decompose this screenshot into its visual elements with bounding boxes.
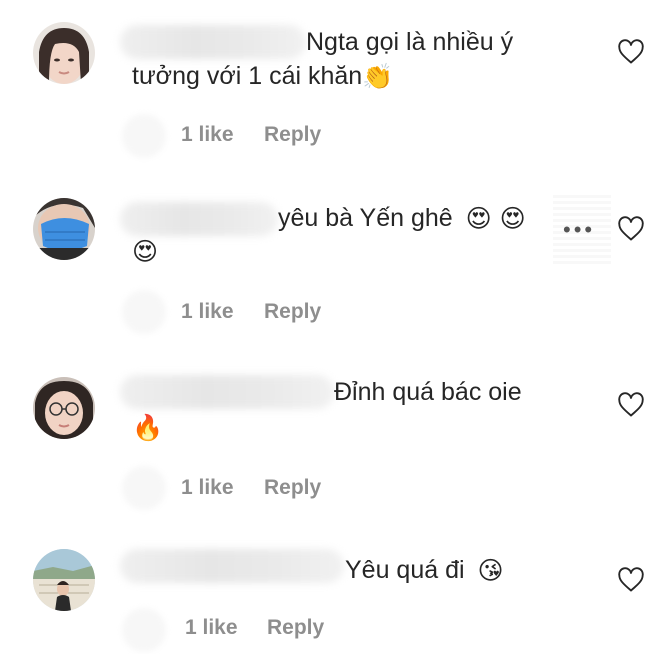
- heart-outline-icon[interactable]: [617, 567, 645, 593]
- comment-line-1: Ngta gọi là nhiều ý: [306, 28, 514, 56]
- comment-text-line-2: tưởng với 1 cái khăn👏: [132, 61, 393, 92]
- comment-line-1: Yêu quá đi: [345, 556, 465, 584]
- comment-text-line-2: 🔥: [132, 412, 163, 443]
- comment-item: yêu bà Yến ghê 😍 😍 😍 ••• 1 like Reply: [0, 170, 667, 350]
- faint-placeholder: [122, 466, 166, 510]
- comment-item: Đỉnh quá bác oie 🔥 1 like Reply: [0, 350, 667, 520]
- avatar[interactable]: [33, 549, 95, 611]
- comment-item: Ngta gọi là nhiều ý tưởng với 1 cái khăn…: [0, 0, 667, 170]
- heart-outline-icon[interactable]: [617, 39, 645, 65]
- heart-eyes-emoji: 😍: [132, 237, 159, 267]
- comment-text: yêu bà Yến ghê 😍 😍: [278, 203, 526, 234]
- avatar[interactable]: [33, 198, 95, 260]
- reply-button[interactable]: Reply: [267, 616, 324, 640]
- reply-button[interactable]: Reply: [264, 123, 321, 147]
- comment-text-line-2: 😍: [132, 236, 158, 267]
- faint-placeholder: [122, 608, 166, 652]
- heart-outline-icon[interactable]: [617, 216, 645, 242]
- blurred-username[interactable]: [120, 549, 344, 583]
- fire-emoji: 🔥: [132, 413, 164, 443]
- comment-line-1: Đỉnh quá bác oie: [334, 378, 522, 406]
- heart-eyes-emoji: 😍 😍: [465, 204, 526, 234]
- reply-button[interactable]: Reply: [264, 476, 321, 500]
- faint-placeholder: [122, 290, 166, 334]
- avatar[interactable]: [33, 377, 95, 439]
- blurred-username[interactable]: [120, 25, 306, 59]
- comment-text: Yêu quá đi 😘: [345, 555, 504, 586]
- like-count[interactable]: 1 like: [181, 476, 234, 500]
- comment-item: Yêu quá đi 😘 1 like Reply: [0, 520, 667, 654]
- blurred-username[interactable]: [120, 375, 334, 409]
- clap-emoji: 👏: [362, 62, 394, 92]
- comment-text: Đỉnh quá bác oie: [334, 377, 522, 407]
- comment-line-2: tưởng với 1 cái khăn: [132, 62, 363, 90]
- avatar[interactable]: [33, 22, 95, 84]
- comment-line-1: yêu bà Yến ghê: [278, 204, 453, 232]
- like-count[interactable]: 1 like: [181, 123, 234, 147]
- like-count[interactable]: 1 like: [185, 616, 238, 640]
- more-options-icon[interactable]: •••: [563, 218, 607, 242]
- comment-text: Ngta gọi là nhiều ý: [306, 27, 513, 57]
- like-count[interactable]: 1 like: [181, 300, 234, 324]
- kiss-emoji: 😘: [477, 556, 504, 586]
- heart-outline-icon[interactable]: [617, 392, 645, 418]
- faint-placeholder: [122, 114, 166, 158]
- reply-button[interactable]: Reply: [264, 300, 321, 324]
- blurred-username[interactable]: [120, 202, 278, 236]
